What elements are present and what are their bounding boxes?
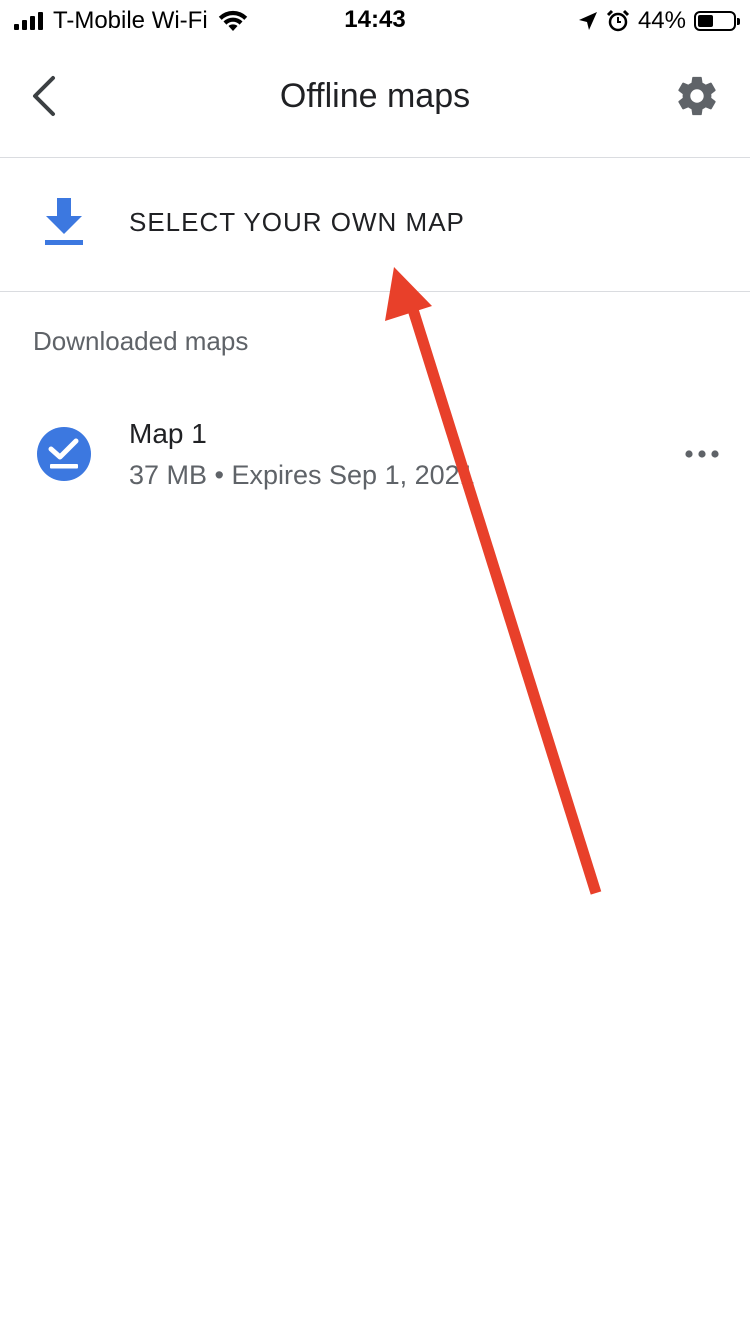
status-bar: T-Mobile Wi-Fi 14:43 44% — [0, 0, 750, 40]
downloaded-check-icon — [37, 427, 91, 481]
select-your-own-map-button[interactable]: SELECT YOUR OWN MAP — [0, 158, 750, 292]
download-icon — [45, 198, 83, 245]
battery-percent: 44% — [637, 7, 686, 34]
page-title: Offline maps — [279, 77, 471, 115]
map-name: Map 1 — [129, 418, 207, 449]
battery-icon — [694, 11, 740, 31]
settings-button[interactable] — [674, 73, 720, 119]
more-options-button[interactable] — [684, 442, 720, 466]
select-map-label: SELECT YOUR OWN MAP — [129, 207, 465, 237]
gear-icon — [678, 76, 716, 116]
location-icon — [578, 12, 597, 30]
map-meta: 37 MB • Expires Sep 1, 2021 — [129, 460, 475, 490]
alarm-icon — [606, 9, 630, 32]
status-right: 44% — [578, 6, 740, 36]
more-horizontal-icon — [685, 450, 719, 458]
section-title-downloaded-maps: Downloaded maps — [33, 326, 249, 356]
app-bar: Offline maps — [0, 40, 750, 158]
list-item-map-1[interactable]: Map 1 37 MB • Expires Sep 1, 2021 — [0, 400, 750, 510]
